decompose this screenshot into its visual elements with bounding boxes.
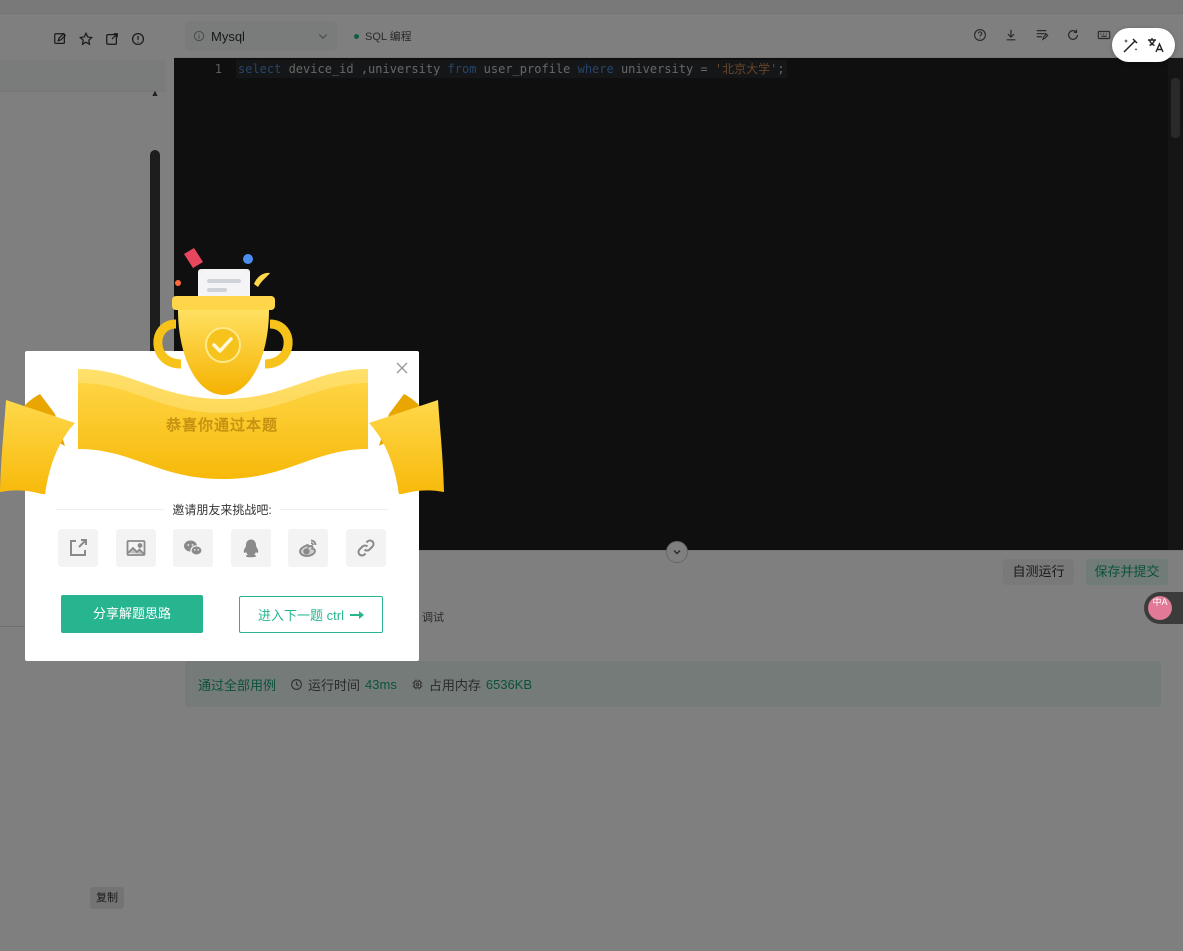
weibo-icon: [297, 537, 319, 559]
divider: [56, 509, 165, 510]
ai-tools-pill: [1112, 28, 1175, 62]
next-question-label: 进入下一题 ctrl: [258, 608, 344, 623]
wechat-icon: [182, 537, 204, 559]
share-solution-button[interactable]: 分享解题思路: [61, 595, 203, 633]
next-question-button[interactable]: 进入下一题 ctrl: [239, 596, 383, 633]
share-weibo-button[interactable]: [288, 529, 329, 567]
translate-icon[interactable]: [1146, 35, 1166, 55]
image-icon: [125, 537, 147, 559]
share-link-button[interactable]: [58, 529, 98, 567]
close-icon[interactable]: [395, 361, 409, 375]
invite-row: 邀请朋友来挑战吧:: [56, 501, 388, 518]
modal-title: 恭喜你通过本题: [165, 417, 278, 434]
qq-penguin-icon: [240, 537, 262, 559]
invite-label: 邀请朋友来挑战吧:: [172, 503, 272, 517]
share-options: [58, 529, 386, 567]
share-out-icon: [67, 537, 89, 559]
share-image-button[interactable]: [115, 529, 156, 567]
share-wechat-button[interactable]: [173, 529, 214, 567]
share-qq-button[interactable]: [230, 529, 271, 567]
success-modal: 邀请朋友来挑战吧: 分享解题思路 进入下一题 ctrl: [25, 351, 419, 661]
share-copy-link-button[interactable]: [345, 529, 386, 567]
assistant-badge-icon: 中A: [1148, 596, 1172, 620]
magic-wand-icon[interactable]: [1121, 35, 1141, 55]
arrow-right-icon: [349, 610, 364, 620]
link-icon: [355, 537, 377, 559]
divider: [279, 509, 388, 510]
floating-assistant[interactable]: 中A: [1144, 592, 1183, 624]
